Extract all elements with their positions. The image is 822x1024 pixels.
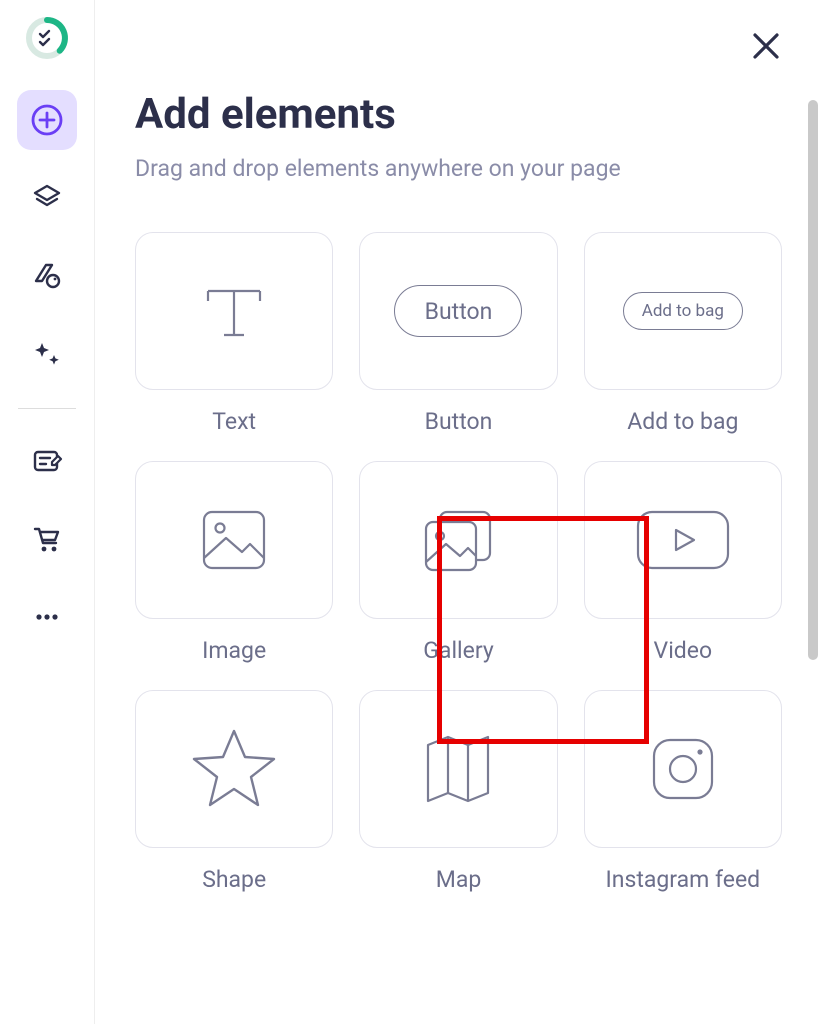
app-logo-icon (25, 16, 69, 60)
instagram-icon (640, 726, 726, 812)
image-icon (190, 496, 278, 584)
element-label: Video (654, 637, 713, 664)
panel-title: Add elements (135, 90, 792, 139)
sidebar (0, 0, 95, 1024)
element-label: Gallery (423, 637, 493, 664)
element-label: Text (212, 408, 256, 435)
sidebar-button-theme[interactable] (17, 246, 77, 306)
sidebar-button-effects[interactable] (17, 324, 77, 384)
sidebar-button-add[interactable] (17, 90, 77, 150)
gallery-icon (410, 492, 506, 588)
element-button[interactable]: Button Button (359, 232, 557, 435)
text-icon (194, 271, 274, 351)
element-shape[interactable]: Shape (135, 690, 333, 893)
element-label: Button (425, 408, 493, 435)
palette-icon (30, 259, 64, 293)
video-icon (628, 500, 738, 580)
star-icon (184, 719, 284, 819)
scrollbar-thumb[interactable] (808, 100, 818, 660)
form-edit-icon (30, 444, 64, 478)
cart-icon (30, 522, 64, 556)
add-elements-panel: Add elements Drag and drop elements anyw… (95, 0, 822, 1024)
sidebar-button-cart[interactable] (17, 509, 77, 569)
button-pill-icon: Button (394, 285, 522, 337)
sidebar-divider (18, 408, 76, 409)
element-text[interactable]: Text (135, 232, 333, 435)
elements-grid: Text Button Button Add to bag Add to bag (135, 232, 792, 893)
element-add-to-bag[interactable]: Add to bag Add to bag (584, 232, 782, 435)
element-instagram[interactable]: Instagram feed (584, 690, 782, 893)
close-button[interactable] (750, 30, 782, 66)
map-fold-icon (410, 721, 506, 817)
add-to-bag-pill-icon: Add to bag (623, 292, 743, 330)
sparkle-icon (30, 337, 64, 371)
element-label: Instagram feed (606, 866, 761, 893)
element-video[interactable]: Video (584, 461, 782, 664)
element-image[interactable]: Image (135, 461, 333, 664)
sidebar-button-layers[interactable] (17, 168, 77, 228)
element-label: Image (202, 637, 266, 664)
panel-subtitle: Drag and drop elements anywhere on your … (135, 155, 792, 182)
element-label: Shape (202, 866, 266, 893)
element-label: Add to bag (627, 408, 738, 435)
element-label: Map (436, 866, 482, 893)
layers-icon (30, 181, 64, 215)
sidebar-button-edit[interactable] (17, 431, 77, 491)
sidebar-button-more[interactable] (17, 587, 77, 647)
more-icon (30, 600, 64, 634)
plus-circle-icon (30, 103, 64, 137)
scrollbar[interactable] (808, 100, 818, 1000)
close-icon (750, 30, 782, 62)
element-gallery[interactable]: Gallery (359, 461, 557, 664)
element-map[interactable]: Map (359, 690, 557, 893)
